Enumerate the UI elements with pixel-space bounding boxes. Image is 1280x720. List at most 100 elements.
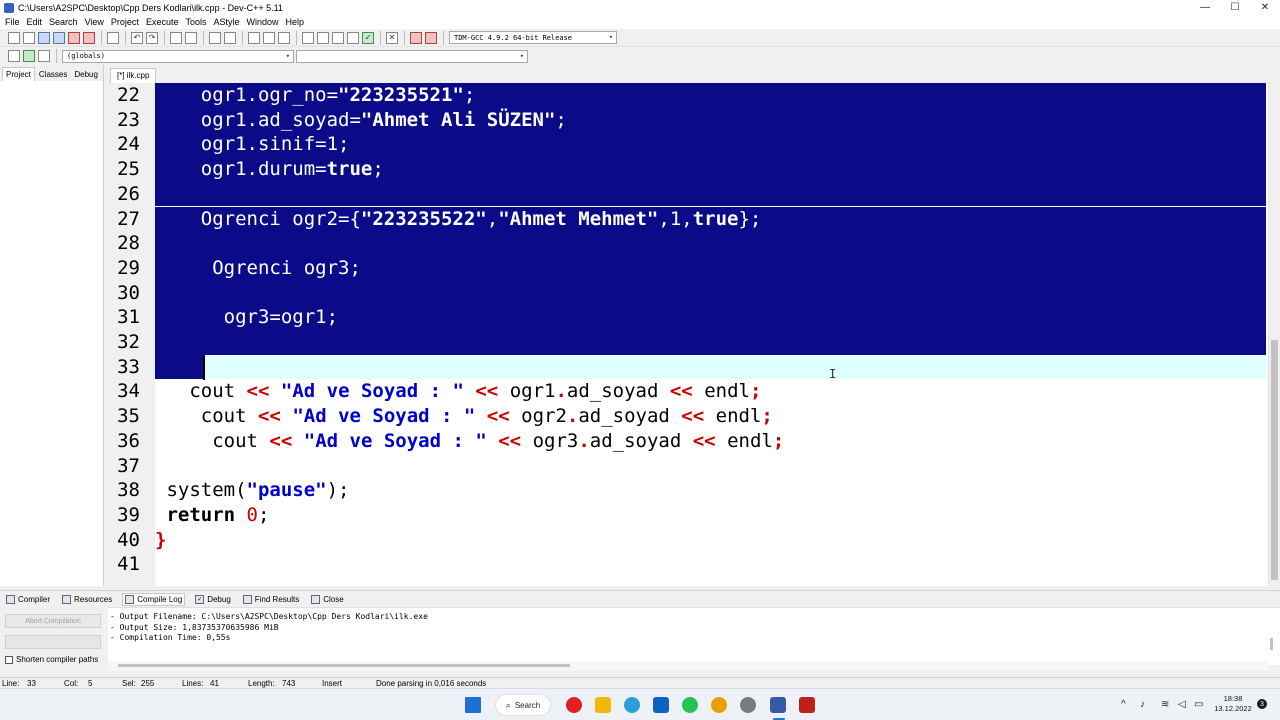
battery-icon[interactable]: ▭: [1194, 699, 1203, 710]
redo-icon[interactable]: ↷: [146, 31, 158, 44]
opera-icon[interactable]: [566, 697, 582, 713]
rebuild-icon[interactable]: [347, 31, 359, 44]
compiler-select[interactable]: TDM-GCC 4.9.2 64-bit Release ▾: [449, 31, 617, 44]
scrollbar-thumb[interactable]: [118, 664, 570, 667]
code-line[interactable]: 40}: [108, 528, 1268, 553]
code-line[interactable]: 37: [108, 454, 1268, 479]
find-icon[interactable]: [170, 31, 182, 44]
code-line[interactable]: 22 ogr1.ogr_no="223235521";: [108, 83, 1268, 108]
code-line[interactable]: 36 cout << "Ad ve Soyad : " << ogr3.ad_s…: [108, 429, 1268, 454]
menu-window[interactable]: Window: [247, 17, 279, 27]
menu-search[interactable]: Search: [49, 17, 78, 27]
code-line[interactable]: 31 ogr3=ogr1;: [108, 305, 1268, 330]
menu-help[interactable]: Help: [286, 17, 305, 27]
tab-close[interactable]: Close: [309, 594, 345, 605]
code-line[interactable]: 39 return 0;: [108, 503, 1268, 528]
save-all-icon[interactable]: [53, 31, 65, 44]
goto-forward-icon[interactable]: [263, 31, 275, 44]
taskbar-search-button[interactable]: ⌕ Search: [495, 694, 551, 716]
replace-icon[interactable]: [185, 31, 197, 44]
wifi-icon[interactable]: ≋: [1161, 699, 1169, 710]
notification-badge[interactable]: 3: [1257, 699, 1267, 709]
windows-start-icon[interactable]: [465, 697, 481, 713]
menu-astyle[interactable]: AStyle: [213, 17, 239, 27]
log-horizontal-scrollbar[interactable]: [108, 661, 1268, 671]
code-line[interactable]: 24 ogr1.sinif=1;: [108, 132, 1268, 158]
goto-back-icon[interactable]: [248, 31, 260, 44]
volume-icon[interactable]: ◁: [1178, 699, 1186, 710]
taskbar-clock[interactable]: 18:38 13.12.2022: [1212, 694, 1254, 714]
file-explorer-icon[interactable]: [595, 697, 611, 713]
menu-tools[interactable]: Tools: [185, 17, 206, 27]
shorten-paths-option[interactable]: Shorten compiler paths: [5, 655, 98, 664]
toggle-bookmark-icon[interactable]: [23, 50, 35, 62]
tab-classes[interactable]: Classes: [36, 68, 70, 81]
indent-icon[interactable]: [209, 31, 221, 44]
menu-execute[interactable]: Execute: [146, 17, 179, 27]
close-file-icon[interactable]: [68, 31, 80, 44]
editor-vertical-scrollbar[interactable]: [1268, 83, 1280, 586]
pdf-reader-icon[interactable]: [799, 697, 815, 713]
print-icon[interactable]: [107, 31, 119, 44]
debug-icon[interactable]: [425, 31, 437, 44]
close-button[interactable]: ✕: [1250, 0, 1280, 15]
undo-icon[interactable]: ↶: [131, 31, 143, 44]
compile-icon[interactable]: [302, 31, 314, 44]
code-editor[interactable]: 22 ogr1.ogr_no="223235521"; 23 ogr1.ad_so…: [108, 83, 1268, 586]
menu-view[interactable]: View: [85, 17, 104, 27]
run-icon[interactable]: [317, 31, 329, 44]
code-line[interactable]: 30: [108, 280, 1268, 306]
tab-compile-log[interactable]: Compile Log: [122, 592, 186, 606]
scrollbar-thumb[interactable]: [1271, 340, 1278, 580]
menu-file[interactable]: File: [5, 17, 20, 27]
stop-execution-icon[interactable]: ✕: [386, 31, 398, 44]
chrome-icon[interactable]: [711, 697, 727, 713]
code-line[interactable]: 35 cout << "Ad ve Soyad : " << ogr2.ad_s…: [108, 404, 1268, 429]
tab-debug[interactable]: Debug: [71, 68, 101, 81]
code-line[interactable]: 33: [108, 354, 1268, 380]
tab-debug-bottom[interactable]: ✓ Debug: [193, 594, 233, 605]
outlook-icon[interactable]: [653, 697, 669, 713]
open-file-icon[interactable]: [23, 31, 35, 44]
insert-icon[interactable]: [8, 50, 20, 62]
chevron-up-icon[interactable]: ^: [1121, 699, 1126, 710]
goto-bookmark-icon[interactable]: [38, 50, 50, 62]
code-line[interactable]: 28: [108, 231, 1268, 256]
code-line[interactable]: 38 system("pause");: [108, 478, 1268, 503]
check-syntax-icon[interactable]: ✓: [362, 31, 374, 44]
devcpp-taskbar-icon[interactable]: [770, 697, 786, 713]
telegram-icon[interactable]: [624, 697, 640, 713]
tab-compiler[interactable]: Compiler: [4, 594, 52, 605]
log-vertical-scrollbar[interactable]: [1270, 638, 1273, 650]
microphone-icon[interactable]: ♪: [1140, 699, 1145, 710]
code-line[interactable]: 23 ogr1.ad_soyad="Ahmet Ali SÜZEN";: [108, 107, 1268, 133]
code-line[interactable]: 34 cout << "Ad ve Soyad : " << ogr1.ad_s…: [108, 379, 1268, 404]
code-line[interactable]: 41: [108, 552, 1268, 577]
save-icon[interactable]: [38, 31, 50, 44]
minimize-button[interactable]: —: [1190, 0, 1220, 15]
maximize-button[interactable]: ☐: [1220, 0, 1250, 15]
chatgpt-icon[interactable]: [740, 697, 756, 713]
tab-find-results[interactable]: Find Results: [241, 594, 301, 605]
abort-compilation-button[interactable]: Abort Compilation: [5, 614, 101, 628]
new-file-icon[interactable]: [8, 31, 20, 44]
code-line[interactable]: 27 Ogrenci ogr2={"223235522","Ahmet Mehm…: [108, 206, 1268, 232]
tab-project[interactable]: Project: [2, 67, 35, 81]
code-line[interactable]: 29 Ogrenci ogr3;: [108, 255, 1268, 281]
scope-select[interactable]: (globals) ▾: [62, 49, 294, 63]
whatsapp-icon[interactable]: [682, 697, 698, 713]
code-line[interactable]: 32: [108, 330, 1268, 355]
tab-ilk-cpp[interactable]: [*] ilk.cpp: [110, 68, 157, 83]
unindent-icon[interactable]: [224, 31, 236, 44]
bookmark-icon[interactable]: [278, 31, 290, 44]
menu-project[interactable]: Project: [111, 17, 139, 27]
compile-run-icon[interactable]: [332, 31, 344, 44]
code-line[interactable]: 26: [108, 181, 1268, 207]
tab-resources[interactable]: Resources: [60, 594, 114, 605]
function-select[interactable]: ▾: [296, 49, 528, 63]
profile-chart-icon[interactable]: [410, 31, 422, 44]
menu-edit[interactable]: Edit: [27, 17, 43, 27]
close-all-icon[interactable]: [83, 31, 95, 44]
code-line[interactable]: 25 ogr1.durum=true;: [108, 157, 1268, 182]
shorten-paths-checkbox[interactable]: [5, 655, 13, 664]
